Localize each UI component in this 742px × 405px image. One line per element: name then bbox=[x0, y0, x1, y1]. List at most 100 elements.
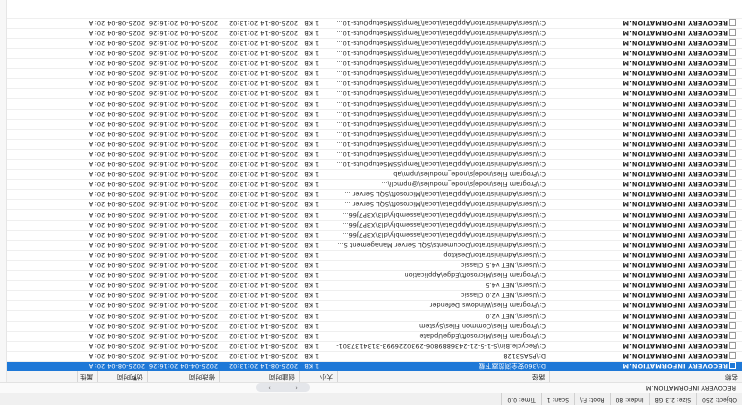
table-row[interactable]: RECOVERY INFORMATION.M C:\Users\.NET v2.0… bbox=[0, 310, 742, 321]
row-checkbox[interactable] bbox=[729, 351, 736, 359]
accessed-time-cell: 2025-08-04 20:16:26 bbox=[95, 200, 145, 209]
table-row[interactable]: RECOVERY INFORMATION.M C:\Users\Administr… bbox=[0, 159, 742, 170]
column-header-modified[interactable]: 修改时间 bbox=[147, 371, 219, 382]
vertical-scrollbar[interactable] bbox=[0, 0, 7, 382]
nav-pill[interactable]: ‹ › bbox=[256, 383, 310, 392]
table-row[interactable]: RECOVERY INFORMATION.M C:\Recycle.Bin\S-1… bbox=[0, 340, 742, 351]
column-header-path[interactable]: 路径 bbox=[337, 371, 549, 382]
table-row[interactable]: RECOVERY INFORMATION.M C:\Users\Administr… bbox=[0, 68, 742, 79]
file-name-cell: RECOVERY INFORMATION.M bbox=[622, 230, 728, 239]
row-checkbox[interactable] bbox=[729, 39, 736, 46]
table-row[interactable]: RECOVERY INFORMATION.M C:\Users\Administr… bbox=[0, 17, 742, 28]
row-checkbox[interactable] bbox=[729, 28, 736, 36]
row-checkbox[interactable] bbox=[729, 200, 736, 208]
table-row[interactable]: RECOVERY INFORMATION.M C:\Users\Administr… bbox=[0, 78, 742, 89]
row-checkbox[interactable] bbox=[729, 109, 736, 117]
row-checkbox[interactable] bbox=[729, 170, 736, 178]
table-row[interactable]: RECOVERY INFORMATION.M C:\Users\Administr… bbox=[0, 128, 742, 139]
nav-right-icon[interactable]: › bbox=[268, 382, 270, 393]
row-checkbox[interactable] bbox=[729, 119, 736, 127]
table-row[interactable]: RECOVERY INFORMATION.M D:\PSAS3128 1 KB 2025… bbox=[0, 350, 742, 361]
table-row[interactable]: RECOVERY INFORMATION.M C:\Users\.NET v2.0… bbox=[0, 290, 742, 301]
file-size-cell: 1 bbox=[315, 170, 320, 179]
table-row[interactable]: RECOVERY INFORMATION.M C:\Users\Administr… bbox=[0, 229, 742, 240]
row-checkbox[interactable] bbox=[729, 250, 736, 258]
file-size-cell: 1 bbox=[315, 99, 320, 108]
file-size-unit-cell: KB bbox=[304, 220, 313, 229]
row-checkbox[interactable] bbox=[729, 301, 736, 309]
row-checkbox[interactable] bbox=[729, 129, 736, 137]
row-checkbox[interactable] bbox=[729, 180, 736, 188]
row-checkbox[interactable] bbox=[729, 89, 736, 97]
row-checkbox[interactable] bbox=[729, 331, 736, 339]
row-checkbox[interactable] bbox=[729, 59, 736, 67]
table-row[interactable]: RECOVERY INFORMATION.M C:\Users\Administr… bbox=[0, 209, 742, 220]
table-row[interactable]: RECOVERY INFORMATION.M C:\Users\Administr… bbox=[0, 88, 742, 99]
file-path-cell: C:\Users\.NET v4.5 Classic bbox=[460, 261, 546, 270]
attribute-cell: A bbox=[88, 220, 94, 229]
row-checkbox[interactable] bbox=[729, 291, 736, 299]
file-size-cell: 1 bbox=[315, 220, 320, 229]
created-time-cell: 2025-08-14 20:13:02 bbox=[228, 321, 298, 330]
table-row[interactable]: RECOVERY INFORMATION.M C:\Program Files\M… bbox=[0, 270, 742, 281]
row-checkbox[interactable] bbox=[729, 79, 736, 87]
row-checkbox[interactable] bbox=[729, 240, 736, 248]
table-row[interactable]: RECOVERY INFORMATION.M C:\Users\Administr… bbox=[0, 48, 742, 59]
row-checkbox[interactable] bbox=[729, 160, 736, 168]
table-row[interactable]: RECOVERY INFORMATION.M C:\Users\Administr… bbox=[0, 249, 742, 260]
table-row[interactable]: RECOVERY INFORMATION.M C:\Users\.NET v4.5… bbox=[0, 280, 742, 291]
table-row[interactable]: RECOVERY INFORMATION.M C:\Users\Administr… bbox=[0, 118, 742, 129]
row-checkbox[interactable] bbox=[729, 49, 736, 57]
file-path-cell: C:\Users\Administrator\AppData\Local\Tem… bbox=[336, 150, 546, 159]
row-checkbox[interactable] bbox=[729, 18, 736, 26]
column-header-size[interactable]: 大小 bbox=[299, 371, 337, 382]
table-row[interactable]: RECOVERY INFORMATION.M C:\Program Files\n… bbox=[0, 169, 742, 180]
row-checkbox[interactable] bbox=[729, 190, 736, 198]
row-checkbox[interactable] bbox=[729, 281, 736, 289]
column-header-attr[interactable]: 属性 bbox=[77, 371, 97, 382]
row-checkbox[interactable] bbox=[729, 150, 736, 158]
table-row[interactable]: RECOVERY INFORMATION.M C:\Users\Administr… bbox=[0, 37, 742, 48]
column-header-name[interactable]: 名称 bbox=[549, 371, 742, 382]
row-checkbox[interactable] bbox=[729, 99, 736, 107]
table-row[interactable]: RECOVERY INFORMATION.M C:\Users\Administr… bbox=[0, 148, 742, 160]
table-row[interactable]: RECOVERY INFORMATION.M C:\Users\Administr… bbox=[0, 108, 742, 119]
row-checkbox[interactable] bbox=[729, 139, 736, 147]
table-row[interactable]: RECOVERY INFORMATION.M C:\Users\Administr… bbox=[0, 98, 742, 109]
file-name-cell: RECOVERY INFORMATION.M bbox=[622, 210, 728, 219]
row-checkbox[interactable] bbox=[729, 311, 736, 319]
row-checkbox[interactable] bbox=[729, 341, 736, 349]
row-checkbox[interactable] bbox=[729, 220, 736, 228]
row-checkbox[interactable] bbox=[729, 69, 736, 77]
row-checkbox[interactable] bbox=[729, 210, 736, 218]
table-row[interactable]: RECOVERY INFORMATION.M D:\360安全浏览器下载 1 KB 20… bbox=[0, 360, 742, 371]
table-row[interactable]: RECOVERY INFORMATION.M C:\Users\Administr… bbox=[0, 27, 742, 38]
modified-time-cell: 2025-04-04 20:16:26 bbox=[148, 301, 218, 310]
file-size-unit-cell: KB bbox=[304, 139, 313, 148]
row-checkbox[interactable] bbox=[729, 271, 736, 279]
table-row[interactable]: RECOVERY INFORMATION.M C:\Users\Administr… bbox=[0, 58, 742, 69]
file-path-cell: C:\Users\Administrator\AppData\Local\Tem… bbox=[336, 109, 546, 118]
row-checkbox[interactable] bbox=[729, 261, 736, 269]
created-time-cell: 2025-08-14 20:13:02 bbox=[228, 69, 298, 78]
file-path-cell: C:\Users\.NET v4.5 bbox=[485, 281, 546, 290]
file-size-cell: 1 bbox=[315, 150, 320, 159]
row-checkbox[interactable] bbox=[729, 321, 736, 329]
row-checkbox[interactable] bbox=[729, 230, 736, 238]
nav-left-icon[interactable]: ‹ bbox=[295, 382, 297, 393]
table-row[interactable]: RECOVERY INFORMATION.M C:\Program Files\C… bbox=[0, 320, 742, 331]
table-row[interactable]: RECOVERY INFORMATION.M C:\Users\Administr… bbox=[0, 138, 742, 149]
table-row[interactable]: RECOVERY INFORMATION.M C:\Users\Administr… bbox=[0, 239, 742, 250]
table-row[interactable]: RECOVERY INFORMATION.M C:\Program Files\n… bbox=[0, 179, 742, 190]
accessed-time-cell: 2025-08-04 20:16:26 bbox=[95, 220, 145, 229]
modified-time-cell: 2025-04-04 20:16:26 bbox=[148, 89, 218, 98]
table-row[interactable]: RECOVERY INFORMATION.M C:\Users\.NET v4.5… bbox=[0, 259, 742, 271]
table-row[interactable]: RECOVERY INFORMATION.M C:\Users\Administr… bbox=[0, 189, 742, 200]
table-row[interactable]: RECOVERY INFORMATION.M C:\Program Files\M… bbox=[0, 330, 742, 341]
column-header-accessed[interactable]: 访问时间 bbox=[97, 371, 147, 382]
row-checkbox[interactable] bbox=[729, 362, 736, 369]
table-row[interactable]: RECOVERY INFORMATION.M C:\Users\Administr… bbox=[0, 219, 742, 230]
table-row[interactable]: RECOVERY INFORMATION.M C:\Program Files\W… bbox=[0, 300, 742, 311]
column-header-created[interactable]: 创建时间 bbox=[219, 371, 299, 382]
table-row[interactable]: RECOVERY INFORMATION.M C:\Users\Administr… bbox=[0, 199, 742, 210]
